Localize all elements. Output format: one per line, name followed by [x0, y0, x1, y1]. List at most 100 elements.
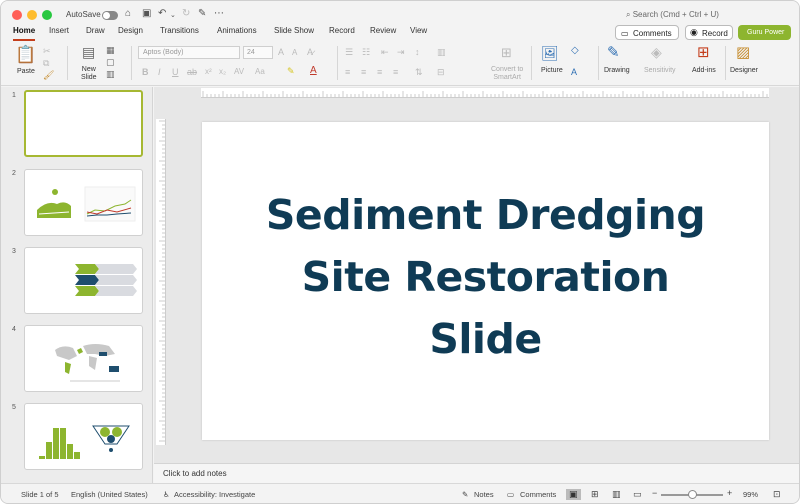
slide-thumbnail-3[interactable]	[24, 247, 143, 314]
designer-icon[interactable]: ▨	[736, 45, 750, 61]
tab-slide-show[interactable]: Slide Show	[274, 26, 314, 35]
zoom-in-icon[interactable]: +	[727, 488, 732, 498]
designer-label[interactable]: Designer	[730, 67, 758, 74]
clear-format-icon[interactable]: A̷	[307, 46, 313, 58]
font-name-field[interactable]: Aptos (Body)	[138, 46, 240, 59]
comments-toggle[interactable]: Comments	[520, 490, 556, 499]
shapes-icon[interactable]: ◇	[571, 45, 579, 57]
align-right-icon[interactable]: ≡	[377, 66, 382, 78]
sensitivity-label[interactable]: Sensitivity	[644, 67, 676, 74]
tab-insert[interactable]: Insert	[49, 26, 69, 35]
tab-design[interactable]: Design	[118, 26, 143, 35]
record-button[interactable]: ◉ Record	[685, 25, 733, 40]
notes-placeholder[interactable]: Click to add notes	[163, 469, 227, 478]
fit-to-window-icon[interactable]: ⊡	[773, 489, 781, 500]
addins-icon[interactable]: ⊞	[697, 45, 710, 61]
justify-icon[interactable]: ≡	[393, 66, 398, 78]
cut-icon[interactable]: ✂	[43, 45, 51, 57]
notes-toggle[interactable]: Notes	[474, 490, 494, 499]
paste-icon[interactable]: 📋	[15, 46, 36, 64]
textbox-icon[interactable]: A	[571, 66, 577, 78]
comments-button[interactable]: ▭ Comments	[615, 25, 679, 40]
redo-icon[interactable]: ↻	[182, 8, 190, 20]
sensitivity-icon[interactable]: ◈	[651, 45, 662, 60]
columns-icon[interactable]: ▥	[437, 46, 446, 58]
font-color-icon[interactable]: A	[310, 65, 317, 77]
font-size-field[interactable]: 24	[243, 46, 273, 59]
home-icon[interactable]: ⌂	[125, 8, 131, 20]
char-spacing-icon[interactable]: AV	[234, 66, 244, 78]
slide-thumbnail-1[interactable]	[24, 90, 143, 157]
align-center-icon[interactable]: ≡	[361, 66, 366, 78]
new-slide-icon[interactable]: ▤	[82, 45, 95, 60]
current-slide[interactable]: Sediment Dredging Site Restoration Slide	[202, 122, 769, 440]
language-indicator[interactable]: English (United States)	[71, 490, 148, 499]
undo-dropdown-icon[interactable]: ⌄	[170, 10, 176, 22]
tab-review[interactable]: Review	[370, 26, 396, 35]
minimize-window-button[interactable]	[27, 10, 37, 20]
close-window-button[interactable]	[12, 10, 22, 20]
tab-draw[interactable]: Draw	[86, 26, 105, 35]
tab-transitions[interactable]: Transitions	[160, 26, 199, 35]
drawing-icon[interactable]: ✎	[607, 45, 620, 61]
guru-power-button[interactable]: Guru Power	[738, 25, 791, 40]
slide-title[interactable]: Sediment Dredging Site Restoration Slide	[202, 184, 769, 370]
highlight-icon[interactable]: ✎	[287, 65, 295, 77]
comments-icon[interactable]: ▭	[507, 490, 514, 499]
search-box[interactable]: ⌕ Search (Cmd + Ctrl + U)	[626, 10, 719, 20]
addins-label[interactable]: Add-ins	[692, 67, 716, 74]
increase-indent-icon[interactable]: ⇥	[397, 46, 405, 58]
underline-icon[interactable]: U	[172, 66, 179, 78]
smartart-icon[interactable]: ⊞	[501, 46, 512, 59]
slide-thumbnail-5[interactable]	[24, 403, 143, 470]
autosave-toggle[interactable]	[102, 11, 118, 20]
decrease-font-icon[interactable]: A	[292, 47, 297, 59]
align-left-icon[interactable]: ≡	[345, 66, 350, 78]
increase-font-icon[interactable]: A	[278, 46, 284, 58]
change-case-icon[interactable]: Aa	[255, 66, 265, 78]
slide-thumbnails-pane[interactable]: 1 2 3 4 5	[1, 87, 153, 483]
slide-sorter-icon[interactable]: ⊞	[591, 489, 599, 500]
drawing-label[interactable]: Drawing	[604, 67, 630, 74]
numbering-icon[interactable]: ☷	[362, 46, 370, 58]
notes-icon[interactable]: ✎	[462, 490, 468, 499]
picture-icon[interactable]: 🖼	[541, 46, 559, 61]
layout-icon[interactable]: ▦	[106, 44, 115, 56]
align-text-icon[interactable]: ⊟	[437, 66, 445, 78]
normal-view-icon[interactable]: ▣	[566, 489, 581, 500]
bold-icon[interactable]: B	[142, 66, 149, 78]
format-painter-qat-icon[interactable]: ✎	[198, 8, 206, 20]
reading-view-icon[interactable]: ▥	[612, 489, 621, 500]
slideshow-icon[interactable]: ▭	[633, 489, 642, 500]
slide-thumbnail-2[interactable]	[24, 169, 143, 236]
convert-smartart-label[interactable]: Convert to SmartArt	[491, 66, 523, 82]
tab-animations[interactable]: Animations	[217, 26, 257, 35]
picture-label[interactable]: Picture	[541, 67, 563, 74]
text-direction-icon[interactable]: ⇅	[415, 66, 423, 78]
tab-home[interactable]: Home	[13, 26, 35, 35]
undo-icon[interactable]: ↶	[158, 8, 166, 20]
italic-icon[interactable]: I	[158, 66, 161, 78]
accessibility-icon[interactable]: ♿	[163, 490, 170, 499]
strikethrough-icon[interactable]: ab	[187, 66, 197, 78]
copy-icon[interactable]: ⧉	[43, 57, 49, 69]
superscript-icon[interactable]: x²	[205, 66, 212, 78]
zoom-slider-handle[interactable]	[688, 490, 697, 499]
reset-icon[interactable]: ▢	[106, 56, 115, 68]
save-icon[interactable]: ▣	[142, 8, 151, 20]
more-icon[interactable]: ⋯	[214, 8, 224, 20]
line-spacing-icon[interactable]: ↕	[415, 46, 420, 58]
new-slide-label[interactable]: New Slide	[81, 66, 97, 82]
horizontal-ruler[interactable]	[201, 88, 769, 98]
tab-record[interactable]: Record	[329, 26, 355, 35]
notes-pane[interactable]: Click to add notes	[154, 463, 799, 483]
zoom-window-button[interactable]	[42, 10, 52, 20]
format-painter-icon[interactable]: 🖌	[43, 69, 54, 81]
decrease-indent-icon[interactable]: ⇤	[381, 46, 389, 58]
subscript-icon[interactable]: x₂	[219, 66, 226, 78]
vertical-ruler[interactable]	[156, 119, 166, 445]
paste-label[interactable]: Paste	[17, 68, 35, 75]
accessibility-status[interactable]: Accessibility: Investigate	[174, 490, 255, 499]
bullets-icon[interactable]: ☰	[345, 46, 353, 58]
tab-view[interactable]: View	[410, 26, 427, 35]
